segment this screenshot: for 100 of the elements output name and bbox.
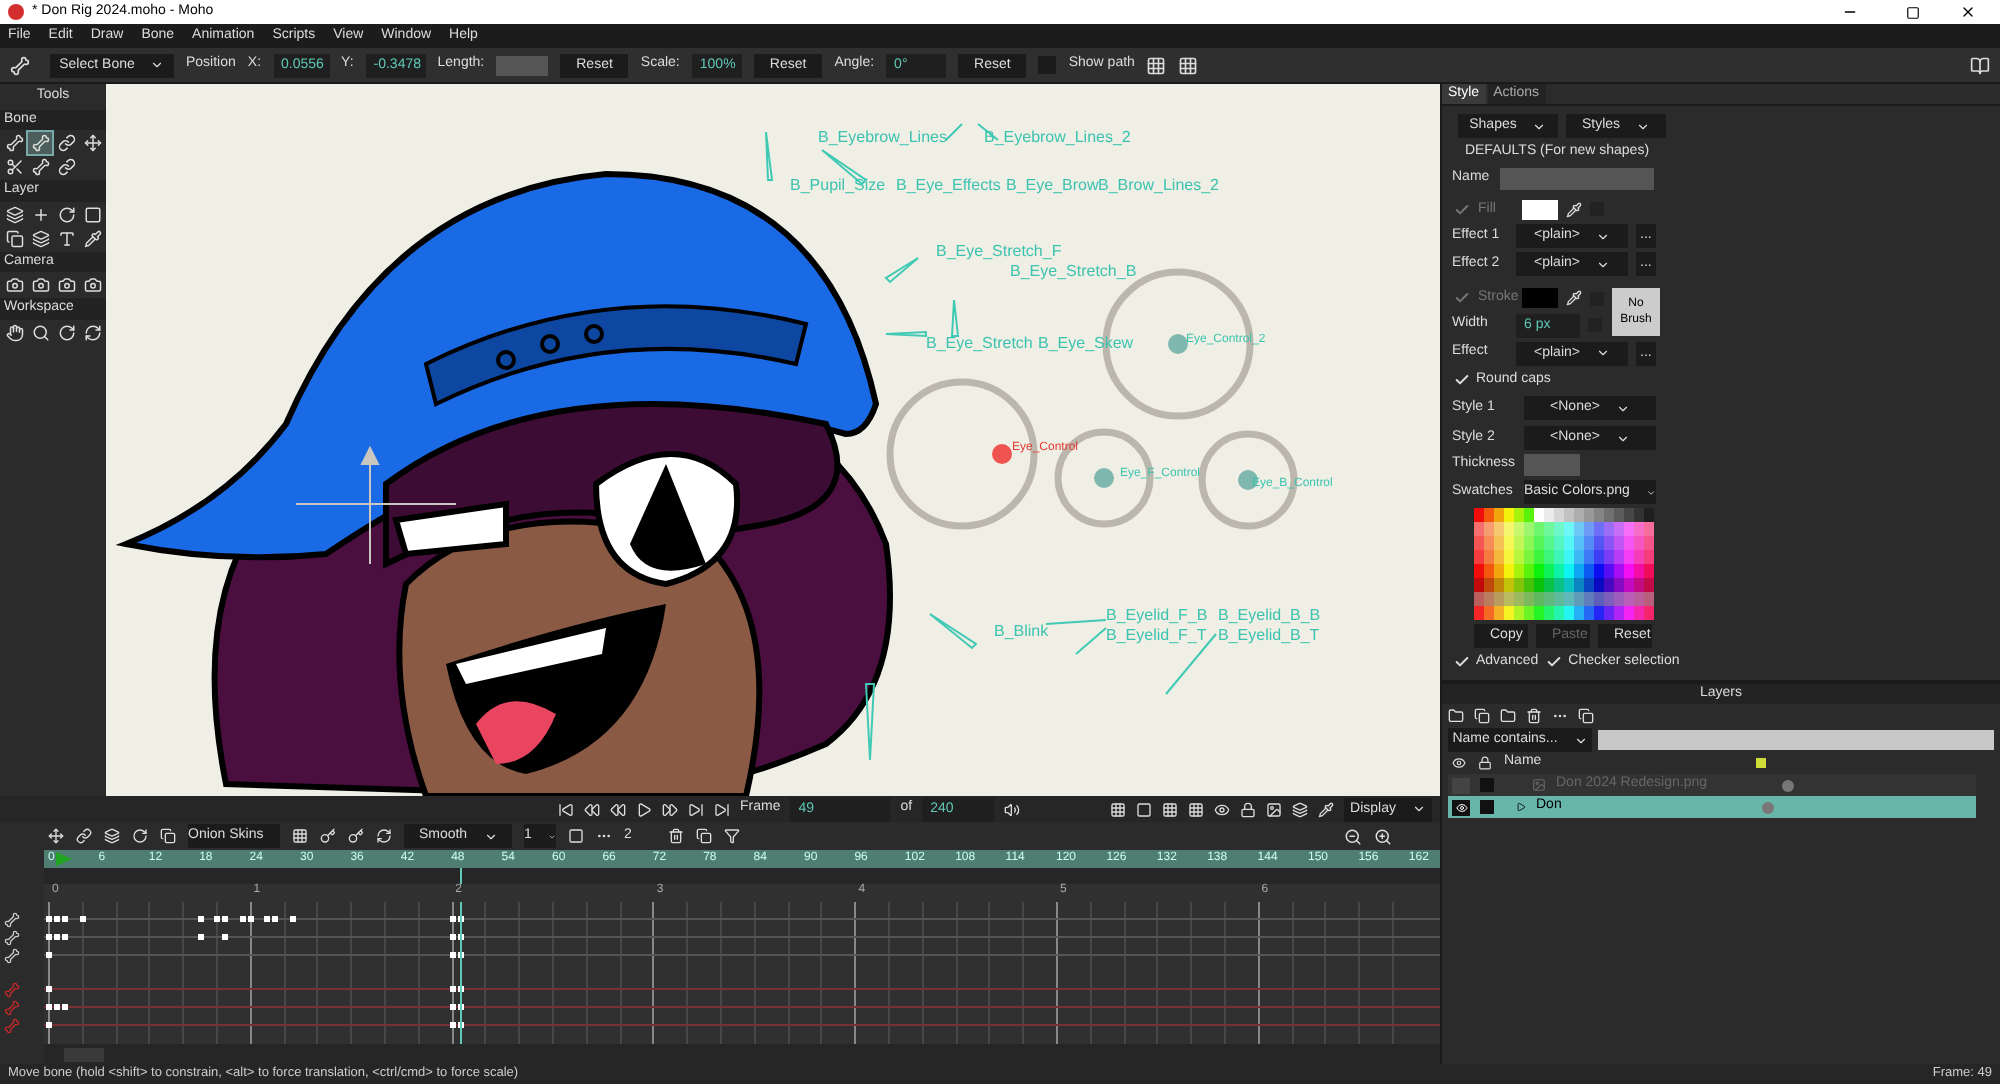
- caret-icon[interactable]: [1532, 119, 1547, 133]
- refresh-icon[interactable]: [376, 828, 392, 844]
- eyedropper-icon[interactable]: [1318, 801, 1334, 817]
- visibility-toggle[interactable]: [1452, 799, 1470, 815]
- caret-icon[interactable]: [1615, 431, 1630, 445]
- close-icon[interactable]: [1960, 4, 1976, 20]
- lock-icon[interactable]: [1240, 801, 1256, 817]
- grid-icon[interactable]: [1188, 801, 1204, 817]
- playhead-line[interactable]: [459, 902, 462, 1044]
- stroke-color-swatch[interactable]: [1522, 288, 1558, 309]
- zoom-in-icon[interactable]: [1374, 827, 1392, 845]
- copy-icon[interactable]: [160, 828, 176, 844]
- grid-icon[interactable]: [1146, 55, 1167, 75]
- caret-icon[interactable]: [1645, 485, 1656, 499]
- trash-icon[interactable]: [1526, 708, 1542, 724]
- caret-icon[interactable]: [1595, 346, 1610, 360]
- camera-icon[interactable]: [28, 274, 52, 296]
- skip-forward-icon[interactable]: [714, 801, 730, 817]
- text-tool-icon[interactable]: [54, 227, 78, 249]
- layers-icon[interactable]: [1292, 801, 1308, 817]
- copy-icon[interactable]: [695, 828, 712, 844]
- key-icon[interactable]: [320, 828, 336, 844]
- key-icon[interactable]: [348, 828, 364, 844]
- bone-icon[interactable]: [28, 132, 52, 154]
- link-icon[interactable]: [54, 132, 78, 154]
- caret-icon[interactable]: [483, 829, 498, 843]
- camera-icon[interactable]: [80, 274, 104, 296]
- horizontal-scrollbar[interactable]: [44, 1044, 1440, 1064]
- hand-icon[interactable]: [2, 321, 26, 343]
- caret-icon[interactable]: [1573, 733, 1588, 747]
- copy-icon[interactable]: [2, 227, 26, 249]
- stroke-checkbox[interactable]: [1452, 289, 1470, 308]
- grid-icon[interactable]: [1162, 801, 1178, 817]
- rewind-icon[interactable]: [610, 801, 626, 817]
- fast-forward-icon[interactable]: [662, 801, 678, 817]
- zoom-icon[interactable]: [28, 321, 52, 343]
- camera-icon[interactable]: [2, 274, 26, 296]
- checker-selection-checkbox[interactable]: [1544, 653, 1563, 672]
- eye-icon[interactable]: [1214, 801, 1230, 817]
- eyedropper-icon[interactable]: [1566, 201, 1582, 218]
- image-icon[interactable]: [1266, 801, 1282, 817]
- bone-icon[interactable]: [2, 132, 26, 154]
- rotate-icon[interactable]: [54, 203, 78, 225]
- refresh-icon[interactable]: [80, 321, 104, 343]
- filter-field[interactable]: [1598, 730, 1994, 750]
- copy-icon[interactable]: [1474, 708, 1490, 724]
- link-icon[interactable]: [54, 156, 78, 178]
- grid-icon[interactable]: [1178, 55, 1199, 75]
- fill-color-swatch[interactable]: [1522, 199, 1558, 220]
- square-icon[interactable]: [1136, 801, 1152, 817]
- scissors-icon[interactable]: [2, 156, 26, 178]
- play-icon[interactable]: [636, 801, 652, 817]
- camera-icon[interactable]: [54, 274, 78, 296]
- rotate-icon[interactable]: [54, 321, 78, 343]
- zoom-out-icon[interactable]: [1344, 827, 1362, 845]
- grid-icon[interactable]: [1110, 801, 1126, 817]
- square-icon[interactable]: [568, 828, 584, 844]
- caret-icon[interactable]: [1411, 802, 1426, 816]
- move-icon[interactable]: [48, 828, 64, 844]
- speaker-icon[interactable]: [1004, 801, 1021, 817]
- color-palette-drawing[interactable]: [1474, 508, 1656, 620]
- link-icon[interactable]: [76, 828, 92, 844]
- square-icon[interactable]: [80, 203, 104, 225]
- rewind-icon[interactable]: [584, 801, 600, 817]
- caret-icon[interactable]: [1615, 401, 1630, 415]
- playhead-line[interactable]: [459, 868, 462, 884]
- skip-forward-icon[interactable]: [688, 801, 704, 817]
- advanced-checkbox[interactable]: [1452, 653, 1470, 672]
- eyedropper-icon[interactable]: [80, 227, 104, 249]
- grid-icon[interactable]: [292, 828, 308, 844]
- skip-back-icon[interactable]: [558, 801, 574, 817]
- round-caps-checkbox[interactable]: [1452, 370, 1470, 389]
- expand-triangle-icon[interactable]: [1516, 802, 1526, 812]
- move-icon[interactable]: [80, 132, 104, 154]
- scrollbar-thumb[interactable]: [64, 1047, 104, 1061]
- layers-icon[interactable]: [28, 227, 52, 249]
- layer-color-swatch[interactable]: [1480, 800, 1494, 814]
- layers-icon[interactable]: [2, 203, 26, 225]
- copy-icon[interactable]: [1578, 708, 1594, 724]
- length-field[interactable]: [496, 55, 549, 75]
- folder-icon[interactable]: [1448, 708, 1464, 724]
- canvas[interactable]: [106, 84, 1440, 796]
- layer-color-swatch[interactable]: [1480, 778, 1494, 792]
- name-field[interactable]: [1500, 167, 1654, 189]
- bone-icon[interactable]: [28, 156, 52, 178]
- thickness-field[interactable]: [1524, 454, 1580, 476]
- trash-icon[interactable]: [667, 828, 684, 844]
- layers-icon[interactable]: [104, 828, 120, 844]
- book-icon[interactable]: [1970, 55, 1990, 75]
- eyedropper-icon[interactable]: [1566, 290, 1582, 307]
- fill-checkbox[interactable]: [1452, 200, 1470, 219]
- caret-icon[interactable]: [150, 58, 165, 72]
- maximize-icon[interactable]: [1906, 5, 1920, 19]
- caret-icon[interactable]: [547, 829, 556, 843]
- rotate-icon[interactable]: [132, 828, 148, 844]
- lock-icon: [1478, 756, 1492, 770]
- folder-icon[interactable]: [1500, 708, 1516, 724]
- caret-icon[interactable]: [1636, 119, 1651, 133]
- visibility-toggle[interactable]: [1452, 777, 1470, 793]
- filter-icon[interactable]: [723, 828, 740, 844]
